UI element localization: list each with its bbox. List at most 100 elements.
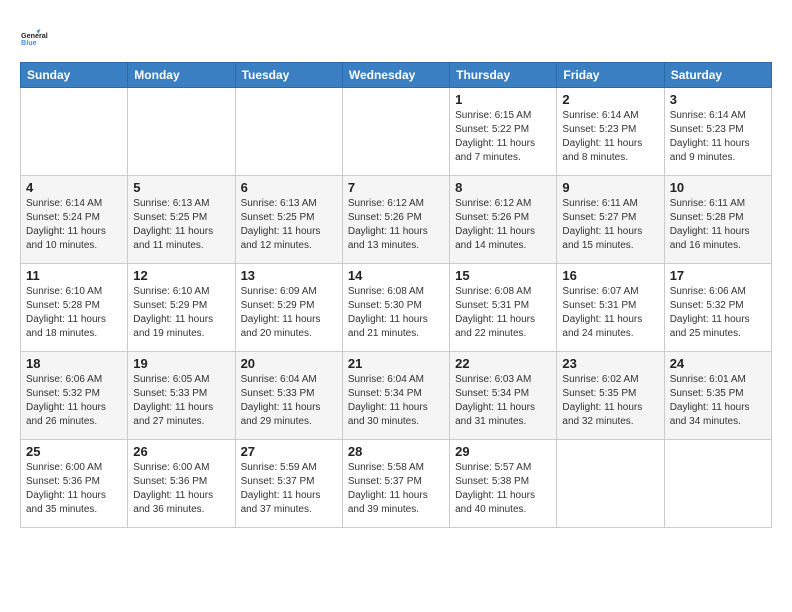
day-number: 29 <box>455 444 551 459</box>
svg-text:Blue: Blue <box>21 38 37 47</box>
calendar-cell: 15 Sunrise: 6:08 AM Sunset: 5:31 PM Dayli… <box>450 264 557 352</box>
cell-info: Sunrise: 6:08 AM Sunset: 5:31 PM Dayligh… <box>455 285 551 341</box>
calendar-cell: 23 Sunrise: 6:02 AM Sunset: 5:35 PM Dayli… <box>557 352 664 440</box>
header: General Blue <box>20 16 772 56</box>
cell-info: Sunrise: 6:03 AM Sunset: 5:34 PM Dayligh… <box>455 373 551 429</box>
day-number: 10 <box>670 180 766 195</box>
calendar-cell: 4 Sunrise: 6:14 AM Sunset: 5:24 PM Daylig… <box>21 176 128 264</box>
day-number: 15 <box>455 268 551 283</box>
calendar-cell: 7 Sunrise: 6:12 AM Sunset: 5:26 PM Daylig… <box>342 176 449 264</box>
calendar-cell: 19Sunrise: 6:05 AM Sunset: 5:33 PM Dayli… <box>128 352 235 440</box>
cell-info: Sunrise: 6:04 AM Sunset: 5:33 PM Dayligh… <box>241 373 337 429</box>
weekday-header: Monday <box>128 63 235 88</box>
calendar-cell: 2 Sunrise: 6:14 AM Sunset: 5:23 PM Daylig… <box>557 88 664 176</box>
calendar-cell: 22 Sunrise: 6:03 AM Sunset: 5:34 PM Dayli… <box>450 352 557 440</box>
day-number: 28 <box>348 444 444 459</box>
day-number: 9 <box>562 180 658 195</box>
calendar-cell <box>557 440 664 528</box>
calendar-cell: 27 Sunrise: 5:59 AM Sunset: 5:37 PM Dayli… <box>235 440 342 528</box>
calendar-cell: 21 Sunrise: 6:04 AM Sunset: 5:34 PM Dayli… <box>342 352 449 440</box>
calendar-cell: 18 Sunrise: 6:06 AM Sunset: 5:32 PM Dayli… <box>21 352 128 440</box>
calendar-cell: 25 Sunrise: 6:00 AM Sunset: 5:36 PM Dayli… <box>21 440 128 528</box>
calendar-week-row: 4 Sunrise: 6:14 AM Sunset: 5:24 PM Daylig… <box>21 176 772 264</box>
weekday-header: Wednesday <box>342 63 449 88</box>
cell-info: Sunrise: 6:11 AM Sunset: 5:27 PM Dayligh… <box>562 197 658 253</box>
cell-info: Sunrise: 6:01 AM Sunset: 5:35 PM Dayligh… <box>670 373 766 429</box>
cell-info: Sunrise: 5:57 AM Sunset: 5:38 PM Dayligh… <box>455 461 551 517</box>
cell-info: Sunrise: 6:14 AM Sunset: 5:24 PM Dayligh… <box>26 197 122 253</box>
logo-icon: General Blue <box>20 20 56 56</box>
cell-info: Sunrise: 6:09 AM Sunset: 5:29 PM Dayligh… <box>241 285 337 341</box>
calendar-cell: 10 Sunrise: 6:11 AM Sunset: 5:28 PM Dayli… <box>664 176 771 264</box>
cell-info: Sunrise: 6:02 AM Sunset: 5:35 PM Dayligh… <box>562 373 658 429</box>
cell-info: Sunrise: 6:10 AM Sunset: 5:28 PM Dayligh… <box>26 285 122 341</box>
day-number: 26 <box>133 444 229 459</box>
day-number: 18 <box>26 356 122 371</box>
day-number: 25 <box>26 444 122 459</box>
weekday-header: Thursday <box>450 63 557 88</box>
cell-info: Sunrise: 6:13 AM Sunset: 5:25 PM Dayligh… <box>241 197 337 253</box>
cell-info: Sunrise: 6:12 AM Sunset: 5:26 PM Dayligh… <box>455 197 551 253</box>
day-number: 22 <box>455 356 551 371</box>
cell-info: Sunrise: 6:05 AM Sunset: 5:33 PM Dayligh… <box>133 373 229 429</box>
cell-info: Sunrise: 6:07 AM Sunset: 5:31 PM Dayligh… <box>562 285 658 341</box>
calendar-cell: 11 Sunrise: 6:10 AM Sunset: 5:28 PM Dayli… <box>21 264 128 352</box>
calendar-cell: 14Sunrise: 6:08 AM Sunset: 5:30 PM Dayli… <box>342 264 449 352</box>
logo: General Blue <box>20 20 56 56</box>
calendar-cell: 13 Sunrise: 6:09 AM Sunset: 5:29 PM Dayli… <box>235 264 342 352</box>
cell-info: Sunrise: 6:06 AM Sunset: 5:32 PM Dayligh… <box>26 373 122 429</box>
day-number: 11 <box>26 268 122 283</box>
cell-info: Sunrise: 6:06 AM Sunset: 5:32 PM Dayligh… <box>670 285 766 341</box>
day-number: 17 <box>670 268 766 283</box>
calendar-week-row: 1 Sunrise: 6:15 AM Sunset: 5:22 PM Daylig… <box>21 88 772 176</box>
day-number: 23 <box>562 356 658 371</box>
calendar-cell <box>128 88 235 176</box>
day-number: 27 <box>241 444 337 459</box>
day-number: 4 <box>26 180 122 195</box>
calendar-cell: 26 Sunrise: 6:00 AM Sunset: 5:36 PM Dayli… <box>128 440 235 528</box>
calendar-cell: 9 Sunrise: 6:11 AM Sunset: 5:27 PM Daylig… <box>557 176 664 264</box>
day-number: 6 <box>241 180 337 195</box>
cell-info: Sunrise: 5:58 AM Sunset: 5:37 PM Dayligh… <box>348 461 444 517</box>
cell-info: Sunrise: 6:12 AM Sunset: 5:26 PM Dayligh… <box>348 197 444 253</box>
calendar-cell <box>664 440 771 528</box>
day-number: 2 <box>562 92 658 107</box>
calendar-cell: 1 Sunrise: 6:15 AM Sunset: 5:22 PM Daylig… <box>450 88 557 176</box>
weekday-header: Tuesday <box>235 63 342 88</box>
day-number: 24 <box>670 356 766 371</box>
calendar-cell <box>21 88 128 176</box>
cell-info: Sunrise: 5:59 AM Sunset: 5:37 PM Dayligh… <box>241 461 337 517</box>
calendar-week-row: 25 Sunrise: 6:00 AM Sunset: 5:36 PM Dayli… <box>21 440 772 528</box>
calendar-cell: 20Sunrise: 6:04 AM Sunset: 5:33 PM Dayli… <box>235 352 342 440</box>
day-number: 16 <box>562 268 658 283</box>
day-number: 1 <box>455 92 551 107</box>
cell-info: Sunrise: 6:00 AM Sunset: 5:36 PM Dayligh… <box>26 461 122 517</box>
cell-info: Sunrise: 6:04 AM Sunset: 5:34 PM Dayligh… <box>348 373 444 429</box>
weekday-header: Sunday <box>21 63 128 88</box>
day-number: 21 <box>348 356 444 371</box>
calendar-week-row: 11 Sunrise: 6:10 AM Sunset: 5:28 PM Dayli… <box>21 264 772 352</box>
cell-info: Sunrise: 6:14 AM Sunset: 5:23 PM Dayligh… <box>562 109 658 165</box>
day-number: 14 <box>348 268 444 283</box>
cell-info: Sunrise: 6:00 AM Sunset: 5:36 PM Dayligh… <box>133 461 229 517</box>
day-number: 13 <box>241 268 337 283</box>
calendar-week-row: 18 Sunrise: 6:06 AM Sunset: 5:32 PM Dayli… <box>21 352 772 440</box>
cell-info: Sunrise: 6:14 AM Sunset: 5:23 PM Dayligh… <box>670 109 766 165</box>
cell-info: Sunrise: 6:11 AM Sunset: 5:28 PM Dayligh… <box>670 197 766 253</box>
calendar-cell: 6 Sunrise: 6:13 AM Sunset: 5:25 PM Daylig… <box>235 176 342 264</box>
calendar-cell: 24 Sunrise: 6:01 AM Sunset: 5:35 PM Dayli… <box>664 352 771 440</box>
calendar-cell: 3Sunrise: 6:14 AM Sunset: 5:23 PM Daylig… <box>664 88 771 176</box>
day-number: 7 <box>348 180 444 195</box>
calendar-cell: 16 Sunrise: 6:07 AM Sunset: 5:31 PM Dayli… <box>557 264 664 352</box>
calendar-cell: 17 Sunrise: 6:06 AM Sunset: 5:32 PM Dayli… <box>664 264 771 352</box>
cell-info: Sunrise: 6:10 AM Sunset: 5:29 PM Dayligh… <box>133 285 229 341</box>
calendar-cell: 5Sunrise: 6:13 AM Sunset: 5:25 PM Daylig… <box>128 176 235 264</box>
day-number: 8 <box>455 180 551 195</box>
weekday-header: Friday <box>557 63 664 88</box>
day-number: 12 <box>133 268 229 283</box>
cell-info: Sunrise: 6:15 AM Sunset: 5:22 PM Dayligh… <box>455 109 551 165</box>
calendar: SundayMondayTuesdayWednesdayThursdayFrid… <box>20 62 772 528</box>
weekday-header: Saturday <box>664 63 771 88</box>
calendar-cell: 29 Sunrise: 5:57 AM Sunset: 5:38 PM Dayli… <box>450 440 557 528</box>
calendar-cell: 28 Sunrise: 5:58 AM Sunset: 5:37 PM Dayli… <box>342 440 449 528</box>
